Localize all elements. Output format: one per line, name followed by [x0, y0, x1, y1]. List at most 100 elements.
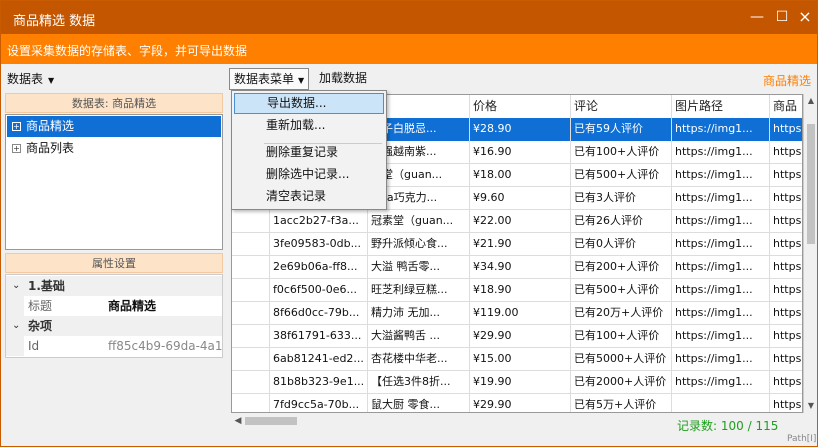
left-panel: 数据表 ▼ 数据表: 商品精选 + 商品精选 + 商品列表 属性设置 ⌄ 1.基础… — [1, 64, 225, 446]
table-menu-button-label: 数据表菜单 — [234, 72, 295, 86]
property-row[interactable]: 标题 商品精选 — [6, 296, 222, 316]
table-menu-label: 数据表 — [7, 72, 44, 86]
grid-cell: https://img1... — [672, 187, 770, 210]
row-gutter — [6, 296, 24, 316]
scroll-thumb[interactable] — [245, 417, 297, 425]
property-grid: ⌄ 1.基础 标题 商品精选 ⌄ 杂项 Id ff85c4b9-69da-4a1… — [5, 274, 223, 358]
column-header[interactable]: 图片路径 — [672, 95, 770, 118]
tree-item[interactable]: + 商品列表 — [7, 138, 221, 159]
grid-cell: ¥18.00 — [470, 164, 571, 187]
info-banner: 设置采集数据的存储表、字段，并可导出数据 — [1, 34, 817, 64]
caret-down-icon: ▼ — [48, 76, 55, 85]
tree-item-selected[interactable]: + 商品精选 — [7, 116, 221, 137]
table-row[interactable]: 6ab81241-ed2... 杏花楼中华老... ¥15.00 已有5000+人评价… — [232, 348, 802, 371]
grid-cell: 旺芝利绿豆糕... — [368, 279, 470, 302]
close-button[interactable]: × — [794, 6, 816, 28]
collapse-icon[interactable]: ⌄ — [12, 316, 20, 336]
grid-cell: https — [770, 233, 802, 256]
grid-cell: https://img1... — [672, 233, 770, 256]
grid-cell: https://img1... — [672, 279, 770, 302]
scroll-down-icon[interactable]: ▼ — [804, 399, 817, 413]
grid-cell: https — [770, 118, 802, 141]
grid-cell: https://img1... — [672, 348, 770, 371]
table-row[interactable]: 3fe09583-0db... 野升派倾心食... ¥21.90 已有0人评价 http… — [232, 233, 802, 256]
minimize-button[interactable]: — — [746, 6, 768, 28]
menu-item-clear-table[interactable]: 清空表记录 — [234, 186, 384, 207]
grid-cell: https — [770, 279, 802, 302]
grid-cell: ¥22.00 — [470, 210, 571, 233]
table-row[interactable]: 81b8b323-9e1... 【任选3件8折... ¥19.90 已有2000+人评… — [232, 371, 802, 394]
tree-item-label: 商品精选 — [26, 119, 75, 133]
grid-cell: ¥21.90 — [470, 233, 571, 256]
property-key: Id — [28, 339, 40, 353]
menu-item-remove-duplicates[interactable]: 删除重复记录 — [234, 142, 384, 163]
grid-cell: 8f66d0cc-79b... — [270, 302, 368, 325]
grid-cell: 已有2000+人评价 — [571, 371, 672, 394]
column-header[interactable]: 价格 — [470, 95, 571, 118]
table-row[interactable]: f0c6f500-0e6... 旺芝利绿豆糕... ¥18.90 已有500+人评价 h… — [232, 279, 802, 302]
grid-cell: ¥16.90 — [470, 141, 571, 164]
grid-cell: 已有5万+人评价 — [571, 394, 672, 412]
scroll-up-icon[interactable]: ▲ — [804, 94, 817, 108]
table-menu-button[interactable]: 数据表菜单 ▼ — [229, 68, 310, 90]
grid-cell: https — [770, 256, 802, 279]
banner-text: 设置采集数据的存储表、字段，并可导出数据 — [7, 44, 248, 58]
load-data-button[interactable]: 加载数据 — [315, 68, 371, 90]
grid-cell — [232, 325, 270, 348]
table-row[interactable]: 7fd9cc5a-70b... 鼠大厨 零食... ¥29.90 已有5万+人评价 ht… — [232, 394, 802, 412]
grid-cell: 已有100+人评价 — [571, 325, 672, 348]
grid-cell: ¥18.90 — [470, 279, 571, 302]
caret-down-icon: ▼ — [298, 76, 305, 85]
property-value[interactable]: ff85c4b9-69da-4a14- — [108, 336, 222, 356]
column-header[interactable]: 商品 — [770, 95, 802, 118]
table-row[interactable]: 38f61791-633... 大溢酱鸭舌 ... ¥29.90 已有100+人评价 h… — [232, 325, 802, 348]
grid-cell — [232, 394, 270, 412]
menu-item-reload[interactable]: 重新加载... — [234, 115, 384, 136]
property-category[interactable]: ⌄ 杂项 — [6, 316, 222, 336]
grid-cell: https://img1... — [672, 118, 770, 141]
grid-cell: 6ab81241-ed2... — [270, 348, 368, 371]
column-header[interactable]: 评论 — [571, 95, 672, 118]
scroll-left-icon[interactable]: ◀ — [231, 413, 245, 429]
table-menu[interactable]: 数据表 ▼ — [7, 70, 54, 87]
grid-cell: 已有200+人评价 — [571, 256, 672, 279]
grid-cell: ¥28.90 — [470, 118, 571, 141]
grid-cell: 3fe09583-0db... — [270, 233, 368, 256]
grid-cell: 野升派倾心食... — [368, 233, 470, 256]
record-count-value: 100 / 115 — [720, 419, 779, 433]
table-row[interactable]: 8f66d0cc-79b... 精力沛 无加... ¥119.00 已有20万+人评价… — [232, 302, 802, 325]
grid-cell — [232, 210, 270, 233]
property-row[interactable]: Id ff85c4b9-69da-4a14- — [6, 336, 222, 356]
expand-icon[interactable]: + — [12, 122, 21, 131]
grid-cell — [232, 348, 270, 371]
grid-cell: 已有5000+人评价 — [571, 348, 672, 371]
menu-item-delete-selected[interactable]: 删除选中记录... — [234, 164, 384, 185]
table-tree: + 商品精选 + 商品列表 — [5, 114, 223, 250]
collapse-icon[interactable]: ⌄ — [12, 276, 20, 296]
table-row[interactable]: 1acc2b27-f3a... 冠素堂（guan... ¥22.00 已有26人评价 h… — [232, 210, 802, 233]
grid-cell: ¥119.00 — [470, 302, 571, 325]
table-name-label: 商品精选 — [762, 74, 811, 88]
property-category[interactable]: ⌄ 1.基础 — [6, 276, 222, 296]
grid-cell: ¥29.90 — [470, 394, 571, 412]
scroll-thumb[interactable] — [807, 124, 815, 244]
grid-cell — [232, 279, 270, 302]
table-row[interactable]: 2e69b06a-ff8... 大溢 鸭舌零... ¥34.90 已有200+人评价 h… — [232, 256, 802, 279]
grid-cell: ¥15.00 — [470, 348, 571, 371]
grid-cell: https://img1... — [672, 164, 770, 187]
grid-cell: https — [770, 394, 802, 412]
grid-cell: f0c6f500-0e6... — [270, 279, 368, 302]
path-label: Path[I] — [787, 434, 817, 444]
grid-cell: 已有500+人评价 — [571, 164, 672, 187]
property-value[interactable]: 商品精选 — [108, 296, 222, 316]
table-panel-header: 数据表: 商品精选 — [5, 93, 223, 113]
category-label: 1.基础 — [28, 279, 65, 293]
grid-cell: https://img1... — [672, 325, 770, 348]
maximize-button[interactable]: ☐ — [771, 6, 793, 28]
expand-icon[interactable]: + — [12, 144, 21, 153]
data-toolbar: 数据表菜单 ▼ 加载数据 商品精选 — [227, 64, 817, 92]
category-label: 杂项 — [28, 319, 53, 333]
record-count: 记录数: 100 / 115 — [677, 417, 778, 434]
vertical-scrollbar[interactable]: ▲ ▼ — [803, 94, 817, 413]
menu-item-export[interactable]: 导出数据... — [234, 93, 384, 114]
